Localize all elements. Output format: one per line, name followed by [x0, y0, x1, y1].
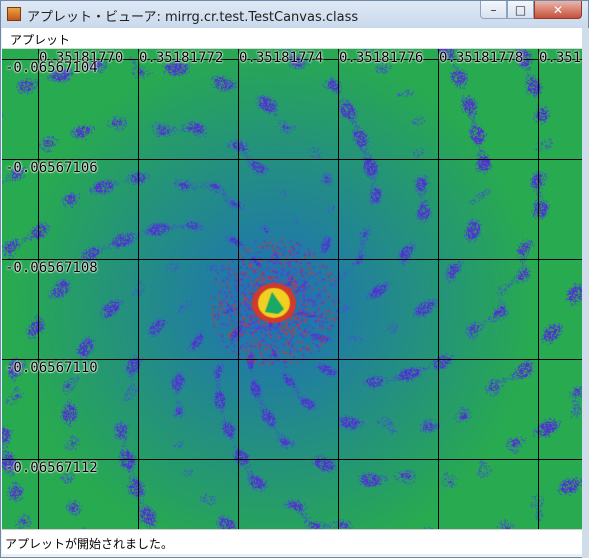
y-coordinate-label: -0.06567104: [5, 60, 98, 76]
window-title: アプレット・ビューア: mirrg.cr.test.TestCanvas.cla…: [27, 6, 358, 25]
grid-line-vertical: [438, 49, 439, 529]
window-frame-edge: [582, 28, 589, 558]
y-coordinate-label: -0.06567110: [5, 360, 98, 376]
x-coordinate-label: 0.35181776: [339, 50, 423, 66]
grid-line-vertical: [538, 49, 539, 529]
grid-line-vertical: [338, 49, 339, 529]
grid-line-vertical: [38, 49, 39, 529]
status-text: アプレットが開始されました。: [5, 535, 173, 552]
y-coordinate-label: -0.06567108: [5, 260, 98, 276]
applet-canvas-area[interactable]: 0.35181770 0.35181772 0.35181774 0.35181…: [2, 49, 582, 529]
x-coordinate-label: 0.35181778: [439, 50, 523, 66]
grid-line-vertical: [138, 49, 139, 529]
fractal-canvas[interactable]: [2, 49, 582, 529]
x-coordinate-label: 0.35181774: [239, 50, 323, 66]
close-button[interactable]: ✕: [534, 1, 582, 19]
title-bar[interactable]: アプレット・ビューア: mirrg.cr.test.TestCanvas.cla…: [1, 1, 588, 28]
x-coordinate-label: 0.35181772: [139, 50, 223, 66]
maximize-button[interactable]: □: [507, 1, 534, 19]
applet-viewer-window: アプレット・ビューア: mirrg.cr.test.TestCanvas.cla…: [0, 0, 589, 558]
y-coordinate-label: -0.06567106: [5, 160, 98, 176]
java-app-icon: [7, 7, 21, 21]
y-coordinate-label: -0.06567112: [5, 460, 98, 476]
menu-applet[interactable]: アプレット: [10, 31, 70, 48]
minimize-button[interactable]: –: [480, 1, 507, 19]
x-coordinate-label: 0.351: [539, 50, 581, 66]
status-bar: アプレットが開始されました。: [2, 529, 582, 554]
grid-line-vertical: [238, 49, 239, 529]
menu-bar: アプレット: [2, 28, 582, 49]
